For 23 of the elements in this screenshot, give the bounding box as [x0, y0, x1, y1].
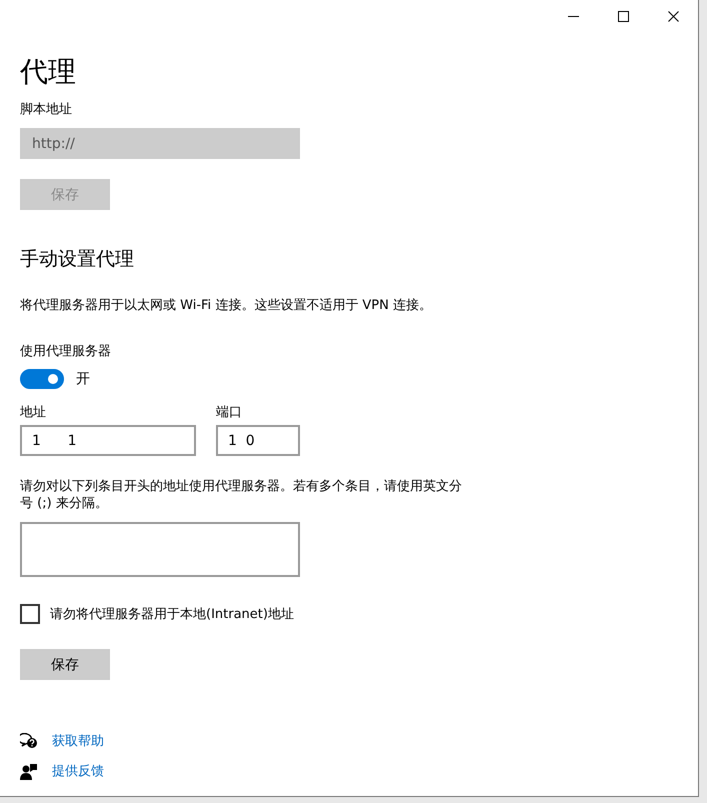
toggle-switch[interactable] — [20, 369, 64, 389]
close-icon — [668, 10, 678, 22]
section-heading: 手动设置代理 — [20, 247, 134, 272]
help-link[interactable]: 获取帮助 — [52, 732, 104, 750]
feedback-link[interactable]: 提供反馈 — [52, 762, 104, 780]
help-icon — [20, 732, 38, 750]
save-button[interactable]: 保存 — [20, 649, 110, 680]
checkbox-label: 请勿将代理服务器用于本地(Intranet)地址 — [50, 606, 294, 623]
script-address-field[interactable]: http:// — [20, 128, 300, 159]
toggle-label: 使用代理服务器 — [20, 343, 111, 360]
person-icon — [20, 762, 38, 780]
toggle-state: 开 — [76, 370, 90, 388]
port-field[interactable]: 1 0 — [216, 425, 300, 456]
field-label: 脚本地址 — [20, 101, 72, 118]
field-label: 端口 — [216, 404, 243, 421]
maximize-icon — [618, 10, 628, 22]
exceptions-field[interactable] — [20, 522, 300, 577]
address-field[interactable]: 1 1 — [20, 425, 196, 456]
description: 将代理服务器用于以太网或 Wi-Fi 连接。这些设置不适用于 VPN 连接。 — [20, 297, 432, 314]
field-label: 地址 — [20, 404, 47, 421]
instructions: 请勿对以下列条目开头的地址使用代理服务器。若有多个条目，请使用英文分号 (;) 来分隔。 — [20, 478, 463, 512]
page-title: 代理 — [20, 54, 76, 90]
checkbox[interactable] — [20, 604, 40, 624]
